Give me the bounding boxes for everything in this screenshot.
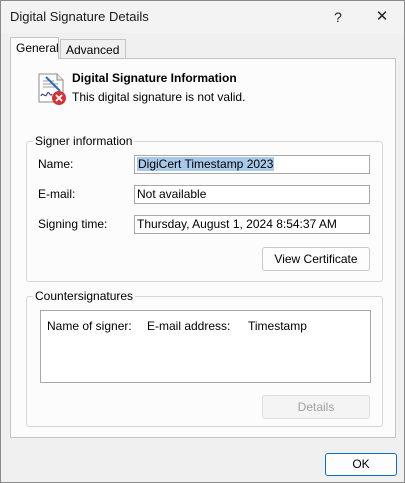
name-value-selected: DigiCert Timestamp 2023	[137, 157, 275, 171]
tab-advanced[interactable]: Advanced	[60, 39, 126, 59]
email-label: E-mail:	[38, 187, 76, 201]
general-tab-panel: Digital Signature Information This digit…	[10, 58, 396, 438]
column-header-timestamp[interactable]: Timestamp	[248, 319, 307, 333]
tab-general[interactable]: General	[10, 37, 59, 59]
signature-status-text: This digital signature is not valid.	[72, 90, 246, 104]
name-field[interactable]: DigiCert Timestamp 2023	[134, 155, 370, 174]
close-button[interactable]: ✕	[367, 5, 397, 29]
signer-group-label: Signer information	[33, 134, 135, 148]
column-header-name-of-signer[interactable]: Name of signer:	[47, 319, 132, 333]
countersignatures-group-label: Countersignatures	[33, 289, 136, 303]
details-button: Details	[262, 395, 370, 419]
signing-time-label: Signing time:	[38, 217, 108, 231]
window-title: Digital Signature Details	[10, 9, 149, 24]
signer-information-group: Signer information Name: DigiCert Timest…	[26, 134, 383, 282]
email-field[interactable]: Not available	[134, 185, 370, 204]
countersignatures-group: Countersignatures Name of signer: E-mail…	[26, 289, 383, 427]
signing-time-field[interactable]: Thursday, August 1, 2024 8:54:37 AM	[134, 215, 370, 234]
info-title: Digital Signature Information	[72, 71, 237, 85]
title-bar[interactable]: Digital Signature Details ? ✕	[1, 1, 404, 33]
signature-invalid-icon	[38, 73, 66, 105]
signature-details-dialog: Digital Signature Details ? ✕ General Ad…	[0, 0, 405, 483]
name-label: Name:	[38, 157, 74, 171]
help-button[interactable]: ?	[323, 5, 353, 29]
ok-button[interactable]: OK	[325, 453, 397, 476]
countersignatures-list[interactable]: Name of signer: E-mail address: Timestam…	[40, 310, 371, 383]
view-certificate-button[interactable]: View Certificate	[262, 247, 370, 271]
column-header-email-address[interactable]: E-mail address:	[147, 319, 230, 333]
